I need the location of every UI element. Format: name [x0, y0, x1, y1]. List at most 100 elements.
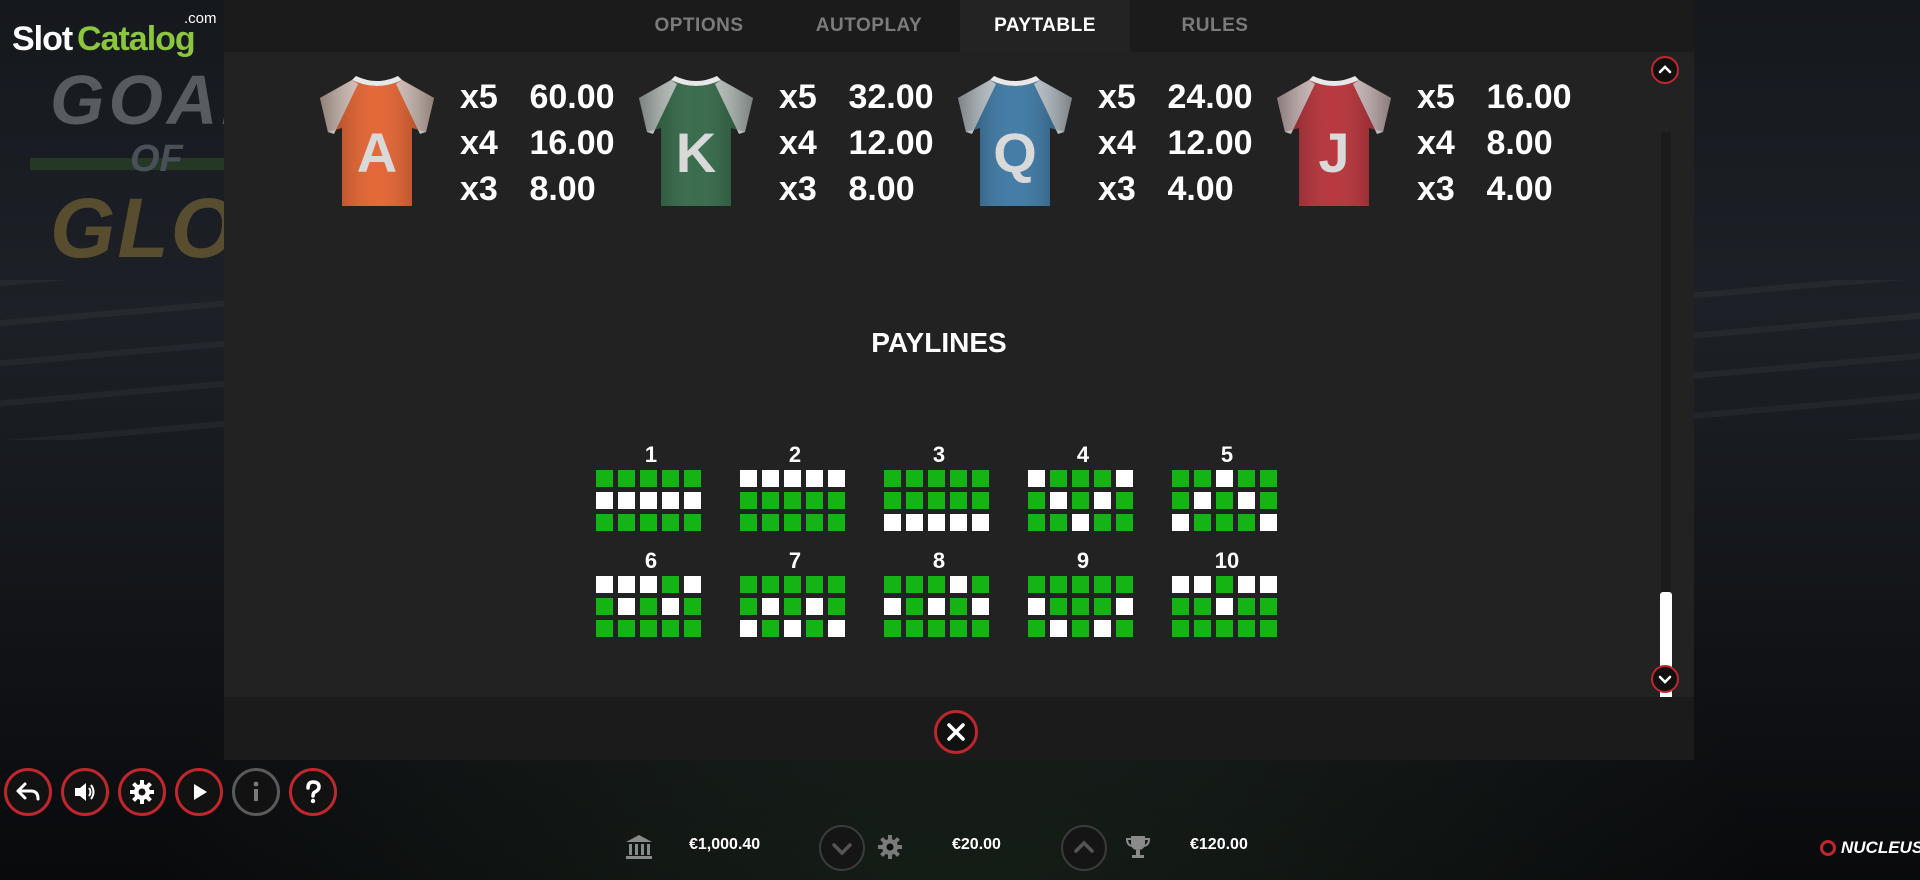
chevron-down-icon: [832, 843, 852, 856]
pay-multiplier: x4: [779, 124, 817, 162]
trophy-icon: [1125, 836, 1151, 858]
pay-multiplier: x5: [1098, 78, 1136, 116]
payline-8: 8: [884, 546, 994, 637]
pay-value: 12.00: [1167, 124, 1253, 162]
payline-number: 5: [1220, 442, 1234, 467]
payline-grid: [740, 470, 850, 531]
provider-logo: NUCLEUS: [1841, 838, 1920, 857]
payline-cell-r3c3: [928, 620, 945, 637]
payline-cell-r2c4: [662, 492, 679, 509]
symbol-q: Qx5 24.00 x4 12.00 x3 4.00: [950, 72, 1280, 212]
payline-cell-r2c3: [928, 492, 945, 509]
payline-cell-r2c5: [972, 492, 989, 509]
nucleus-logo-icon: [1820, 840, 1836, 856]
payline-cell-r3c1: [1028, 514, 1045, 531]
pay-row: x4 12.00: [1098, 120, 1253, 166]
pay-value: 8.00: [1486, 124, 1553, 162]
scrollbar-thumb[interactable]: [1660, 592, 1672, 712]
payline-cell-r2c2: [1050, 598, 1067, 615]
payline-cell-r2c3: [1216, 598, 1233, 615]
pay-multiplier: x3: [779, 170, 817, 208]
settings-button[interactable]: [118, 768, 166, 816]
tab-options[interactable]: OPTIONS: [614, 0, 784, 52]
pay-multiplier: x3: [1098, 170, 1136, 208]
bet-increase-button[interactable]: [1061, 825, 1107, 871]
payline-cell-r3c3: [784, 620, 801, 637]
payline-cell-r3c2: [1050, 514, 1067, 531]
payline-cell-r1c5: [972, 470, 989, 487]
pay-row: x5 16.00: [1417, 74, 1572, 120]
payline-cell-r1c2: [906, 576, 923, 593]
pay-multiplier: x3: [460, 170, 498, 208]
payline-cell-r1c4: [950, 576, 967, 593]
help-button[interactable]: [289, 768, 337, 816]
payline-cell-r3c4: [950, 620, 967, 637]
chevron-down-icon: [1658, 675, 1672, 684]
scroll-down-button[interactable]: [1651, 665, 1679, 693]
payline-5: 5: [1172, 440, 1282, 531]
pay-row: x3 4.00: [1417, 166, 1572, 212]
payline-cell-r2c2: [762, 492, 779, 509]
symbol-j: Jx5 16.00 x4 8.00 x3 4.00: [1269, 72, 1599, 212]
payline-cell-r3c1: [740, 620, 757, 637]
symbol-pays: x5 60.00 x4 16.00 x3 8.00: [460, 74, 615, 212]
payline-number: 6: [644, 548, 658, 573]
pay-value: 32.00: [848, 78, 934, 116]
payline-cell-r3c5: [684, 620, 701, 637]
payline-3: 3: [884, 440, 994, 531]
sound-button[interactable]: [61, 768, 109, 816]
payline-cell-r3c5: [684, 514, 701, 531]
payline-cell-r1c1: [1028, 576, 1045, 593]
payline-cell-r1c2: [906, 470, 923, 487]
payline-cell-r3c1: [1172, 514, 1189, 531]
scroll-up-button[interactable]: [1651, 56, 1679, 84]
payline-cell-r1c4: [1238, 576, 1255, 593]
speaker-icon: [75, 783, 95, 801]
pay-value: 8.00: [529, 170, 596, 208]
payline-cell-r3c2: [618, 620, 635, 637]
payline-cell-r3c1: [884, 514, 901, 531]
payline-cell-r1c5: [828, 470, 845, 487]
payline-cell-r1c1: [740, 470, 757, 487]
tab-rules[interactable]: RULES: [1130, 0, 1300, 52]
payline-cell-r2c5: [828, 598, 845, 615]
payline-6: 6: [596, 546, 706, 637]
back-button[interactable]: [4, 768, 52, 816]
payline-cell-r3c3: [1072, 514, 1089, 531]
tab-paytable[interactable]: PAYTABLE: [960, 0, 1130, 52]
payline-cell-r2c5: [1260, 598, 1277, 615]
payline-cell-r1c4: [806, 576, 823, 593]
payline-cell-r1c5: [828, 576, 845, 593]
payline-cell-r1c4: [1238, 470, 1255, 487]
jersey-icon: K: [639, 76, 753, 206]
symbol-k: Kx5 32.00 x4 12.00 x3 8.00: [631, 72, 961, 212]
payline-cell-r2c4: [1238, 492, 1255, 509]
jersey-letter: K: [676, 121, 716, 184]
payline-cell-r1c4: [1094, 470, 1111, 487]
payline-number: 10: [1214, 548, 1240, 573]
bet-decrease-button[interactable]: [819, 825, 865, 871]
payline-cell-r3c2: [906, 620, 923, 637]
info-button[interactable]: [232, 768, 280, 816]
payline-cell-r1c4: [662, 576, 679, 593]
jersey-letter: Q: [993, 121, 1037, 184]
jersey-icon: J: [1277, 76, 1391, 206]
payline-number: 3: [932, 442, 946, 467]
pay-row: x5 32.00: [779, 74, 934, 120]
payline-cell-r1c3: [928, 470, 945, 487]
close-button[interactable]: [934, 710, 978, 754]
payline-cell-r3c4: [1094, 620, 1111, 637]
tab-autoplay[interactable]: AUTOPLAY: [784, 0, 954, 52]
pay-value: 16.00: [1486, 78, 1572, 116]
payline-cell-r2c1: [884, 492, 901, 509]
payline-cell-r1c1: [884, 470, 901, 487]
info-icon: [253, 781, 259, 801]
pay-value: 8.00: [848, 170, 915, 208]
payline-cell-r1c3: [1216, 576, 1233, 593]
payline-grid: [884, 576, 994, 637]
payline-cell-r1c2: [1194, 576, 1211, 593]
pay-multiplier: x4: [1098, 124, 1136, 162]
autoplay-button[interactable]: [175, 768, 223, 816]
payline-cell-r2c5: [972, 598, 989, 615]
payline-cell-r2c2: [1194, 598, 1211, 615]
